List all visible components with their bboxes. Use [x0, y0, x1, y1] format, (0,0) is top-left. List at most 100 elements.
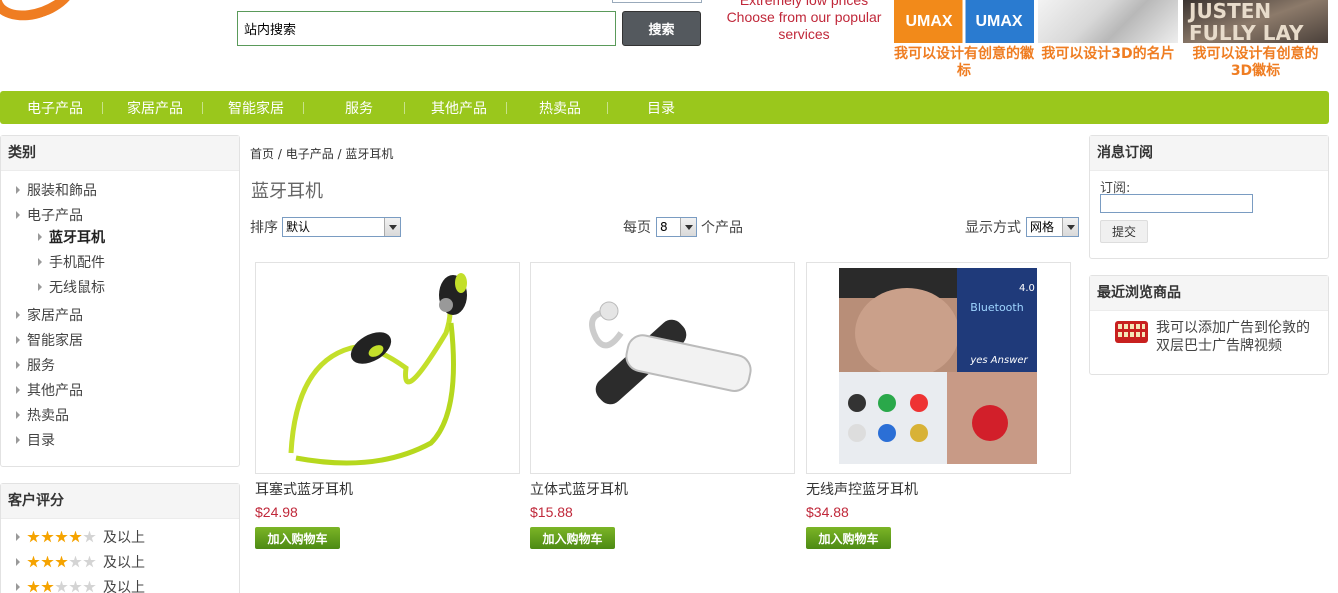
chevron-down-icon: [680, 218, 696, 236]
recent-title: 最近浏览商品: [1090, 276, 1328, 311]
product-name[interactable]: 耳塞式蓝牙耳机: [255, 479, 353, 499]
chevron-down-icon: [1062, 218, 1078, 236]
ad-3d-card[interactable]: 我可以设计3D的名片: [1038, 0, 1178, 63]
triangle-icon: [16, 436, 20, 444]
add-to-cart-button[interactable]: 加入购物车: [255, 527, 340, 549]
ad-3d-logo[interactable]: JUSTEN FULLY LAY 我可以设计有创意的3D徽标: [1183, 0, 1328, 80]
category-label: 服务: [27, 358, 55, 374]
sort-select[interactable]: 默认: [282, 217, 401, 237]
ad-image-umax[interactable]: UMAX UMAX: [894, 0, 1034, 43]
subscribe-email-input[interactable]: [1100, 194, 1253, 213]
product-image[interactable]: [255, 262, 520, 474]
breadcrumb-current[interactable]: 蓝牙耳机: [345, 147, 393, 161]
star-empty-icon: [83, 555, 96, 568]
triangle-icon: [38, 258, 42, 266]
nav-item-other[interactable]: 其他产品: [431, 98, 487, 118]
product-name[interactable]: 立体式蓝牙耳机: [530, 479, 628, 499]
promo-line-2: Choose from our popular services: [726, 9, 882, 42]
ad-caption[interactable]: 我可以设计有创意的3D徽标: [1183, 46, 1328, 80]
search-input[interactable]: [237, 11, 616, 46]
per-page-select[interactable]: 8: [656, 217, 697, 237]
image-text-answer: yes Answer: [969, 355, 1028, 366]
breadcrumb-home[interactable]: 首页: [250, 147, 274, 161]
recent-item-title[interactable]: 我可以添加广告到伦敦的双层巴士广告牌视频: [1156, 319, 1316, 355]
category-item[interactable]: 家居产品: [16, 305, 83, 325]
ad-3d-logo-text: JUSTEN FULLY LAY: [1189, 0, 1304, 43]
ad-image-3d-card[interactable]: [1038, 0, 1178, 43]
rating-filter-4[interactable]: 及以上: [16, 527, 145, 547]
view-value: 网格: [1030, 220, 1055, 234]
ad-umax-text-right: UMAX: [975, 12, 1023, 30]
category-item[interactable]: 电子产品: [16, 205, 83, 225]
nav-item-smart-home[interactable]: 智能家居: [228, 98, 284, 118]
subcategory-item[interactable]: 手机配件: [38, 252, 105, 272]
triangle-icon: [16, 361, 20, 369]
per-page-label: 每页: [623, 220, 651, 236]
breadcrumb: 首页 / 电子产品 / 蓝牙耳机: [250, 147, 394, 161]
rating-suffix: 及以上: [103, 530, 145, 546]
subcategory-item-active[interactable]: 蓝牙耳机: [38, 227, 105, 247]
view-label: 显示方式: [965, 220, 1021, 236]
product-price: $24.98: [255, 504, 298, 520]
triangle-icon: [16, 411, 20, 419]
rating-stars-icon: [27, 580, 97, 593]
rating-filter-3[interactable]: 及以上: [16, 552, 145, 572]
ad-caption[interactable]: 我可以设计有创意的徽标: [894, 46, 1034, 80]
subscribe-submit-button[interactable]: 提交: [1100, 220, 1148, 243]
category-label: 热卖品: [27, 408, 69, 424]
site-logo[interactable]: [0, 0, 88, 32]
star-empty-icon: [83, 530, 96, 543]
ad-caption[interactable]: 我可以设计3D的名片: [1038, 46, 1178, 63]
nav-item-hot[interactable]: 热卖品: [539, 98, 581, 118]
nav-item-catalog[interactable]: 目录: [647, 98, 675, 118]
category-item[interactable]: 目录: [16, 430, 55, 450]
image-text-version: 4.0: [1019, 283, 1035, 294]
category-label: 服装和飾品: [27, 183, 97, 199]
nav-item-services[interactable]: 服务: [345, 98, 373, 118]
promo-text[interactable]: Extremely low prices Choose from our pop…: [720, 0, 888, 43]
add-to-cart-button[interactable]: 加入购物车: [530, 527, 615, 549]
category-item[interactable]: 热卖品: [16, 405, 69, 425]
triangle-icon: [16, 211, 20, 219]
language-select[interactable]: [612, 0, 702, 3]
category-item[interactable]: 服务: [16, 355, 55, 375]
nav-divider: [202, 102, 203, 114]
image-text-bluetooth: Bluetooth: [970, 301, 1023, 314]
category-label: 家居产品: [27, 308, 83, 324]
category-item[interactable]: 服装和飾品: [16, 180, 97, 200]
subcategory-item[interactable]: 无线鼠标: [38, 277, 105, 297]
triangle-icon: [16, 558, 20, 566]
rating-filter-2[interactable]: 及以上: [16, 577, 145, 593]
nav-item-home[interactable]: 家居产品: [127, 98, 183, 118]
triangle-icon: [16, 533, 20, 541]
chevron-down-icon: [384, 218, 400, 236]
triangle-icon: [16, 336, 20, 344]
add-to-cart-button[interactable]: 加入购物车: [806, 527, 891, 549]
category-label: 手机配件: [49, 255, 105, 271]
product-name[interactable]: 无线声控蓝牙耳机: [806, 479, 918, 499]
nav-divider: [404, 102, 405, 114]
category-item[interactable]: 其他产品: [16, 380, 83, 400]
triangle-icon: [38, 233, 42, 241]
category-label: 智能家居: [27, 333, 83, 349]
rating-stars-icon: [27, 555, 97, 569]
nav-item-electronics[interactable]: 电子产品: [27, 98, 83, 118]
ad-creative-logo[interactable]: UMAX UMAX 我可以设计有创意的徽标: [894, 0, 1034, 80]
view-select[interactable]: 网格: [1026, 217, 1079, 237]
star-icon: [41, 555, 54, 568]
rating-suffix: 及以上: [103, 555, 145, 571]
search-button[interactable]: 搜索: [622, 11, 701, 46]
rating-suffix: 及以上: [103, 580, 145, 593]
bus-thumbnail-icon[interactable]: [1115, 321, 1148, 343]
headset-earpiece-icon: [589, 301, 752, 405]
star-empty-icon: [55, 580, 68, 593]
category-item[interactable]: 智能家居: [16, 330, 83, 350]
breadcrumb-electronics[interactable]: 电子产品: [286, 147, 334, 161]
triangle-icon: [16, 186, 20, 194]
product-image[interactable]: Bluetooth 4.0 yes Answer: [806, 262, 1071, 474]
star-empty-icon: [69, 555, 82, 568]
sort-label: 排序: [250, 220, 278, 236]
product-image[interactable]: [530, 262, 795, 474]
rating-stars-icon: [27, 530, 97, 544]
ad-image-3d-logo[interactable]: JUSTEN FULLY LAY: [1183, 0, 1328, 43]
